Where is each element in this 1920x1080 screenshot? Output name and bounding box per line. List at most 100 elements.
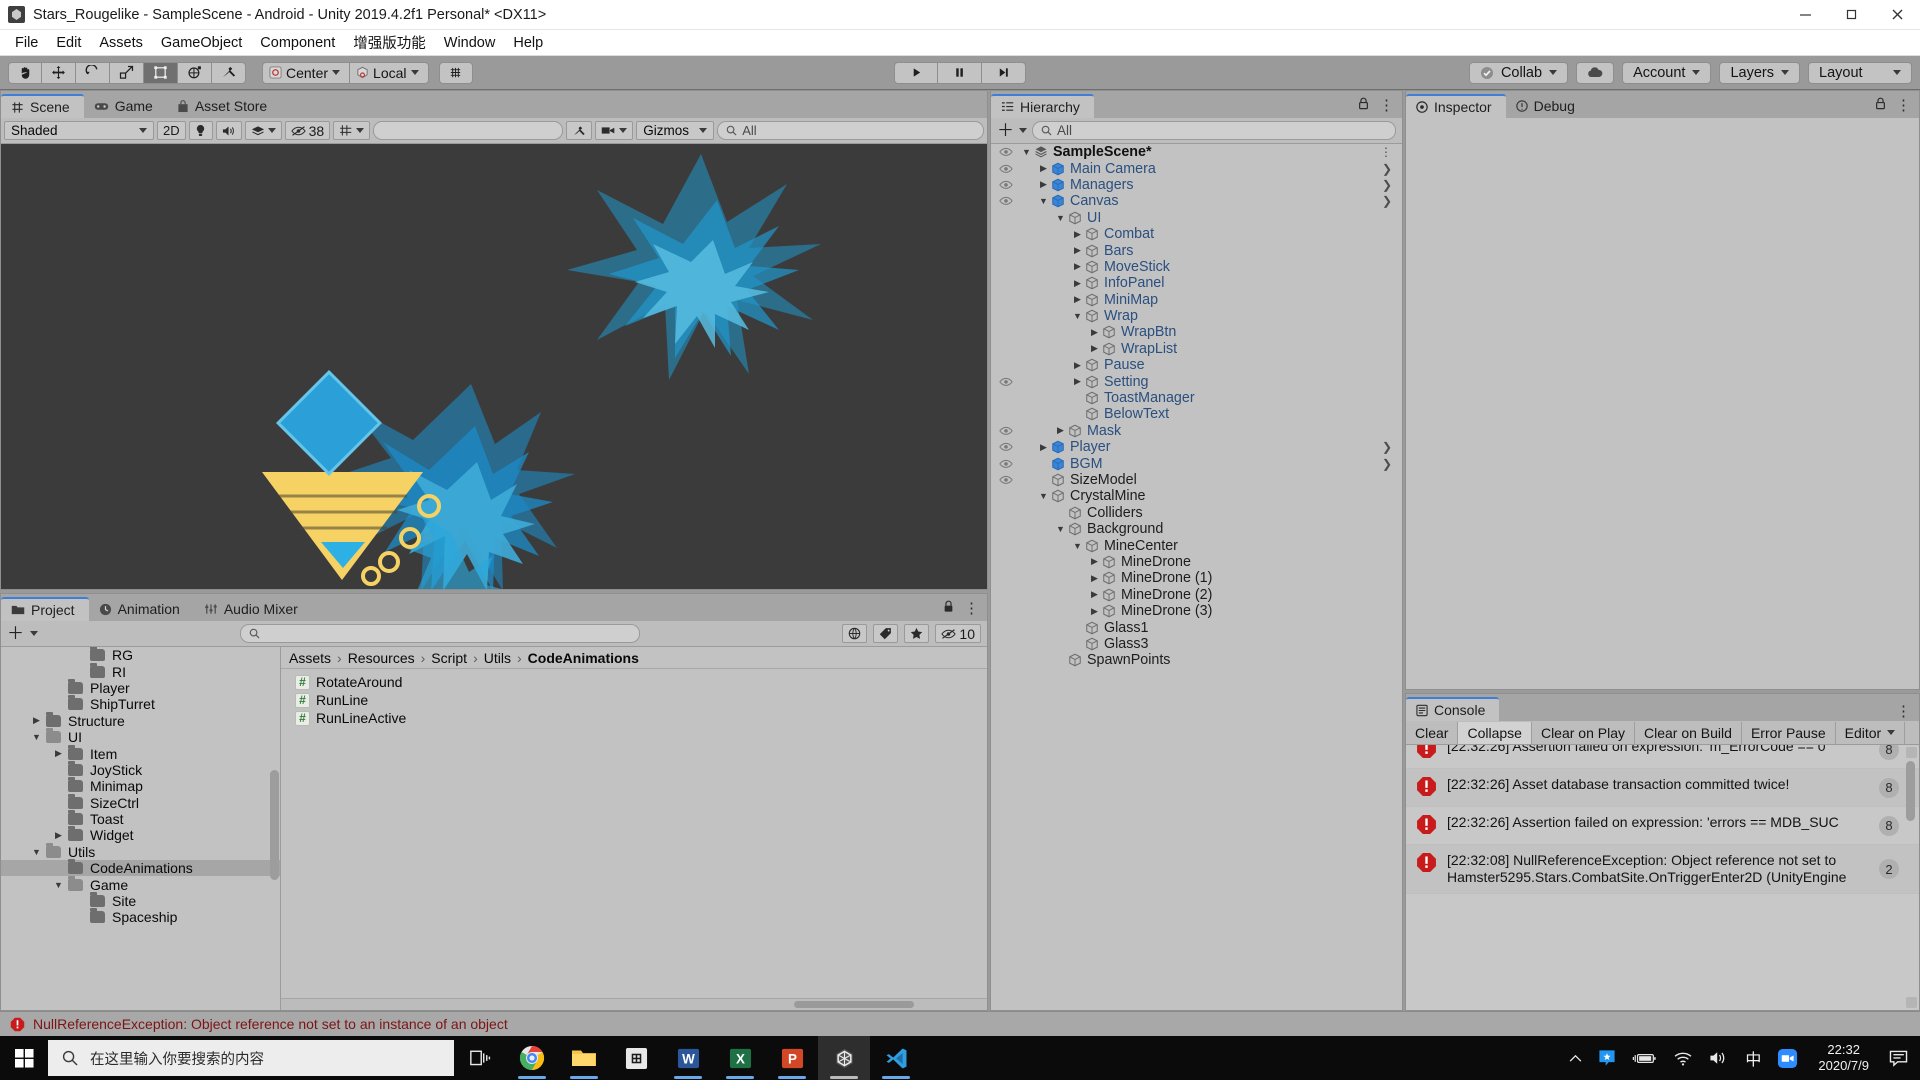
tab-scene[interactable]: Scene	[1, 94, 84, 118]
lock-icon[interactable]	[1875, 97, 1886, 114]
hierarchy-item-setting[interactable]: ▶ Setting	[991, 373, 1402, 390]
lock-icon[interactable]	[1358, 97, 1369, 114]
project-folder-shipturret[interactable]: ShipTurret	[1, 695, 280, 712]
console-log-list[interactable]: [22:32:26] Assertion failed on expressio…	[1406, 745, 1919, 1010]
visibility-toggle-icon[interactable]	[999, 163, 1013, 175]
close-button[interactable]	[1874, 0, 1920, 30]
lock-icon[interactable]	[943, 600, 954, 617]
project-folder-widget[interactable]: ▶ Widget	[1, 826, 280, 843]
project-folder-toast[interactable]: Toast	[1, 810, 280, 827]
hierarchy-search-input[interactable]: All	[1032, 121, 1396, 140]
visibility-toggle-icon[interactable]	[999, 146, 1013, 158]
console-collapse-button[interactable]: Collapse	[1458, 721, 1532, 744]
pause-button[interactable]	[938, 61, 982, 84]
visibility-toggle-icon[interactable]	[999, 458, 1013, 470]
tab-debug[interactable]: Debug	[1505, 94, 1589, 118]
chevron-down-icon[interactable]	[30, 631, 38, 636]
chevron-right-icon[interactable]: ▶	[53, 748, 64, 759]
gizmos-dropdown[interactable]: Gizmos	[636, 121, 715, 140]
visibility-toggle-icon[interactable]	[999, 376, 1013, 388]
vscode-icon[interactable]	[870, 1036, 922, 1080]
console-log-entry[interactable]: [22:32:26] Asset database transaction co…	[1406, 769, 1919, 807]
project-visibility-count[interactable]: 10	[935, 624, 981, 643]
hierarchy-item-pause[interactable]: ▶ Pause	[991, 357, 1402, 373]
rect-tool-icon[interactable]	[144, 61, 178, 84]
breadcrumb-item-assets[interactable]: Assets	[289, 650, 331, 666]
visibility-toggle-icon[interactable]	[999, 425, 1013, 437]
pivot-mode-button[interactable]: Center	[262, 61, 351, 84]
hierarchy-item-colliders[interactable]: Colliders	[991, 505, 1402, 521]
project-folder-sizectrl[interactable]: SizeCtrl	[1, 793, 280, 811]
console-editor-button[interactable]: Editor	[1836, 721, 1906, 744]
console-log-entry[interactable]: [22:32:08] NullReferenceException: Objec…	[1406, 845, 1919, 894]
project-folder-player[interactable]: Player	[1, 678, 280, 696]
project-folder-game[interactable]: ▼ Game	[1, 875, 280, 893]
breadcrumb-item-script[interactable]: Script	[431, 650, 467, 666]
hierarchy-item-mask[interactable]: ▶ Mask	[991, 423, 1402, 439]
hierarchy-item-minedrone[interactable]: ▶ MineDrone	[991, 554, 1402, 570]
zoom-icon[interactable]	[1769, 1036, 1806, 1080]
console-clear-on-play-button[interactable]: Clear on Play	[1532, 721, 1635, 744]
asset-item-runlineactive[interactable]: # RunLineActive	[295, 709, 987, 727]
hierarchy-item-glass1[interactable]: Glass1	[991, 619, 1402, 636]
chevron-down-icon[interactable]: ▼	[1038, 491, 1049, 501]
tab-animation[interactable]: Animation	[88, 597, 194, 621]
account-button[interactable]: Account	[1622, 61, 1712, 84]
project-folder-codeanimations[interactable]: CodeAnimations	[1, 859, 280, 877]
hierarchy-tree[interactable]: ▼ SampleScene* ⋮ ▶ Main Camera ❯ ▶ Managers ❯ ▼ Ca…	[991, 144, 1402, 1010]
project-folder-tree[interactable]: RG RI Player ShipTurret ▶ Structure ▼ UI ▶ Item Jo…	[1, 647, 281, 1010]
tab-audio-mixer[interactable]: Audio Mixer	[193, 597, 312, 621]
chevron-right-icon[interactable]: ▶	[1038, 163, 1049, 174]
minimize-button[interactable]	[1782, 0, 1828, 30]
chevron-down-icon[interactable]: ▼	[53, 880, 64, 890]
taskbar-search-input[interactable]: 在这里输入你要搜索的内容	[48, 1040, 454, 1076]
chevron-right-icon[interactable]: ▶	[1072, 360, 1083, 371]
hierarchy-item-minedrone-1[interactable]: ▶ MineDrone (1)	[991, 570, 1402, 586]
chevron-down-icon[interactable]: ▼	[1038, 196, 1049, 206]
visibility-toggle-icon[interactable]	[999, 441, 1013, 453]
hierarchy-item-toastmanager[interactable]: ToastManager	[991, 390, 1402, 406]
menu-help[interactable]: Help	[504, 32, 552, 54]
volume-icon[interactable]	[1701, 1036, 1737, 1080]
hierarchy-item-main-camera[interactable]: ▶ Main Camera ❯	[991, 160, 1402, 177]
layers-button[interactable]: Layers	[1719, 61, 1800, 84]
menu-component[interactable]: Component	[251, 32, 344, 54]
chevron-down-icon[interactable]: ▼	[1072, 541, 1083, 551]
tab-inspector[interactable]: Inspector	[1406, 94, 1506, 118]
menu-gameobject[interactable]: GameObject	[152, 32, 251, 54]
chevron-right-icon[interactable]: ▶	[53, 830, 64, 841]
chevron-down-icon[interactable]: ▼	[1072, 311, 1083, 321]
tab-hierarchy[interactable]: Hierarchy	[991, 94, 1094, 118]
project-folder-spaceship[interactable]: Spaceship	[1, 908, 280, 925]
breadcrumb-item-utils[interactable]: Utils	[484, 650, 511, 666]
ime-indicator[interactable]: 中	[1737, 1036, 1769, 1080]
menu-file[interactable]: File	[6, 32, 47, 54]
hierarchy-item-glass3[interactable]: Glass3	[991, 636, 1402, 652]
search-scope-all-button[interactable]	[842, 624, 868, 643]
project-folder-structure[interactable]: ▶ Structure	[1, 711, 280, 729]
inspector-menu-icon[interactable]: ⋮	[1896, 98, 1911, 113]
project-folder-ui[interactable]: ▼ UI	[1, 728, 280, 745]
hierarchy-item-minecenter[interactable]: ▼ MineCenter	[991, 537, 1402, 554]
shading-mode-dropdown[interactable]: Shaded	[4, 121, 154, 140]
chevron-right-icon[interactable]: ❯	[1382, 162, 1402, 176]
menu-enhanced-features[interactable]: 增强版功能	[344, 29, 435, 56]
hierarchy-menu-icon[interactable]: ⋮	[1379, 98, 1394, 113]
create-gameobject-button[interactable]: ＋	[997, 122, 1014, 139]
project-menu-icon[interactable]: ⋮	[964, 601, 979, 616]
console-clear-button[interactable]: Clear	[1406, 721, 1459, 744]
hierarchy-item-minedrone-2[interactable]: ▶ MineDrone (2)	[991, 587, 1402, 603]
hierarchy-item-samplescene[interactable]: ▼ SampleScene* ⋮	[991, 144, 1402, 160]
chevron-down-icon[interactable]: ▼	[31, 732, 42, 742]
project-search-input[interactable]	[240, 624, 641, 643]
create-asset-button[interactable]: ＋	[7, 625, 24, 642]
scroll-down-arrow[interactable]	[1906, 997, 1917, 1008]
chevron-down-icon[interactable]: ▼	[1055, 213, 1066, 223]
start-button[interactable]	[0, 1036, 48, 1080]
tab-game[interactable]: Game	[83, 94, 167, 118]
scene-fx-dropdown[interactable]	[244, 121, 282, 140]
search-label-button[interactable]	[873, 624, 899, 643]
chevron-right-icon[interactable]: ❯	[1382, 440, 1402, 454]
scroll-up-arrow[interactable]	[1906, 747, 1917, 758]
tab-console[interactable]: Console	[1406, 697, 1500, 721]
